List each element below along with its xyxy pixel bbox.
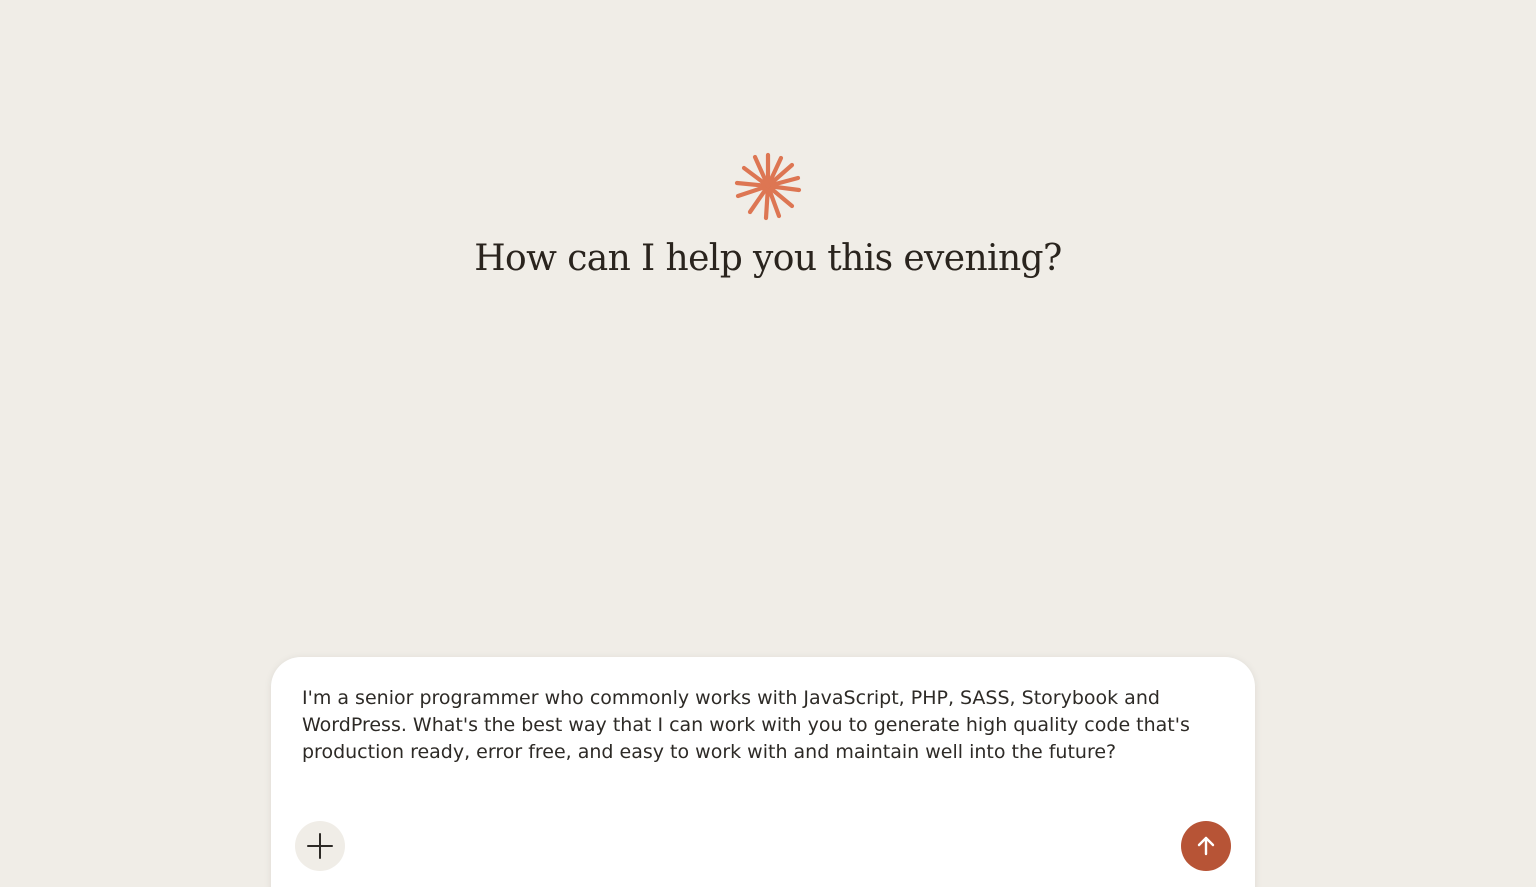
arrow-up-icon xyxy=(1194,834,1218,858)
message-input[interactable]: I'm a senior programmer who commonly wor… xyxy=(302,685,1237,766)
sparkle-asterisk-icon xyxy=(734,152,802,221)
plus-icon xyxy=(306,832,334,860)
greeting-title: How can I help you this evening? xyxy=(474,238,1062,279)
message-composer[interactable]: I'm a senior programmer who commonly wor… xyxy=(271,657,1255,887)
add-attachment-button[interactable] xyxy=(295,821,345,871)
greeting-section: How can I help you this evening? xyxy=(0,150,1536,279)
send-button[interactable] xyxy=(1181,821,1231,871)
